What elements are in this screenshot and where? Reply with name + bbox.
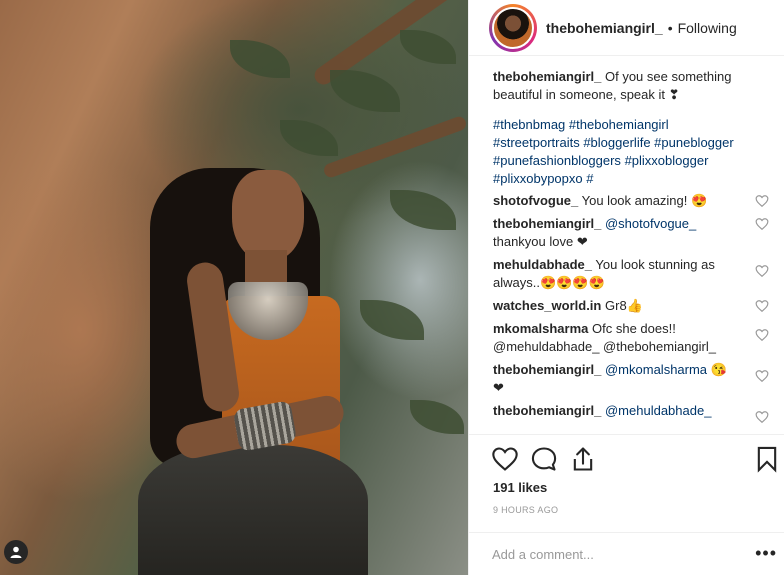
hashtag-link[interactable]: #bloggerlife [583,135,650,150]
header-separator: • [667,19,673,36]
post-side-panel: thebohemiangirl_ • Following thebohemian… [468,0,784,575]
hashtag-link[interactable]: #thebohemiangirl [569,117,669,132]
header-username[interactable]: thebohemiangirl_ [546,20,663,36]
hashtag-link[interactable]: #punefashionbloggers [493,153,621,168]
comment-username[interactable]: shotofvogue_ [493,193,578,208]
comment-item: mkomalsharma Ofc she does!! @mehuldabhad… [493,320,769,356]
comment-username[interactable]: thebohemiangirl_ [493,362,601,377]
post-actions: 191 likes 9 HOURS AGO ••• [469,434,784,575]
comment-like-heart-icon[interactable] [755,194,769,208]
comment-text: You look amazing! 😍 [581,193,708,208]
comment-like-heart-icon[interactable] [755,264,769,278]
avatar-story-ring[interactable] [489,3,537,52]
comment-mention[interactable]: @mehuldabhade_ [605,403,711,418]
comment-username[interactable]: thebohemiangirl_ [493,403,601,418]
hashtag-link[interactable]: #plixxoblogger [625,153,709,168]
caption-hashtags: #thebnbmag #thebohemiangirl #streetportr… [493,116,739,188]
action-bar [491,445,784,473]
leaf [390,190,456,230]
heart-icon[interactable] [491,445,519,473]
add-comment-input[interactable] [492,543,722,565]
comment-username[interactable]: mkomalsharma [493,321,588,336]
post-timestamp[interactable]: 9 HOURS AGO [493,505,558,515]
comment-item: shotofvogue_ You look amazing! 😍 [493,192,769,210]
comments-list[interactable]: thebohemiangirl_ Of you see something be… [469,56,784,434]
bookmark-icon[interactable] [753,445,781,473]
comment-item: watches_world.in Gr8👍 [493,297,769,315]
comment-like-heart-icon[interactable] [755,299,769,313]
comment-text: thankyou love ❤ [493,234,588,249]
leaf [330,70,400,112]
hashtag-link[interactable]: # [586,171,593,186]
leaf [230,40,290,78]
comment-mention[interactable]: @shotofvogue_ [605,216,696,231]
woman-face [232,170,304,262]
hashtag-link[interactable]: #streetportraits [493,135,580,150]
comment-text: Gr8👍 [605,298,643,313]
hashtag-link[interactable]: #plixxobypopxo [493,171,583,186]
user-tag-icon [10,546,22,558]
comment-username[interactable]: watches_world.in [493,298,601,313]
post-photo[interactable] [0,0,468,575]
more-options-button[interactable]: ••• [755,544,777,562]
comment-like-heart-icon[interactable] [755,369,769,383]
comment-mention[interactable]: @mkomalsharma [605,362,707,377]
leaf [360,300,424,340]
add-comment-section: ••• [469,532,784,575]
comment-username[interactable]: mehuldabhade_ [493,257,592,272]
comment-item: thebohemiangirl_ @shotofvogue_ thankyou … [493,215,769,251]
hashtag-link[interactable]: #thebnbmag [493,117,565,132]
dark-skirt [138,445,368,575]
comment-item: thebohemiangirl_ @mkomalsharma 😘 ❤ [493,361,769,397]
comment-username[interactable]: thebohemiangirl_ [493,216,601,231]
comment-like-heart-icon[interactable] [755,328,769,342]
caption-username[interactable]: thebohemiangirl_ [493,69,601,84]
post-header: thebohemiangirl_ • Following [469,0,784,56]
follow-status-button[interactable]: Following [678,20,737,36]
tree-branch [322,114,468,180]
hashtag-link[interactable]: #puneblogger [654,135,734,150]
leaf [280,120,338,156]
share-icon[interactable] [569,445,597,473]
user-tag-button[interactable] [4,540,28,564]
avatar[interactable] [492,6,534,49]
comment-like-heart-icon[interactable] [755,217,769,231]
comment-item: thebohemiangirl_ @mehuldabhade_ [493,402,769,424]
post: thebohemiangirl_ • Following thebohemian… [0,0,784,575]
comment-item: mehuldabhade_ You look stunning as alway… [493,256,769,292]
leaf [400,30,456,64]
caption: thebohemiangirl_ Of you see something be… [493,68,739,104]
leaf [410,400,464,434]
comment-bubble-icon[interactable] [530,445,558,473]
comment-like-heart-icon[interactable] [755,410,769,424]
likes-count[interactable]: 191 likes [493,480,547,495]
